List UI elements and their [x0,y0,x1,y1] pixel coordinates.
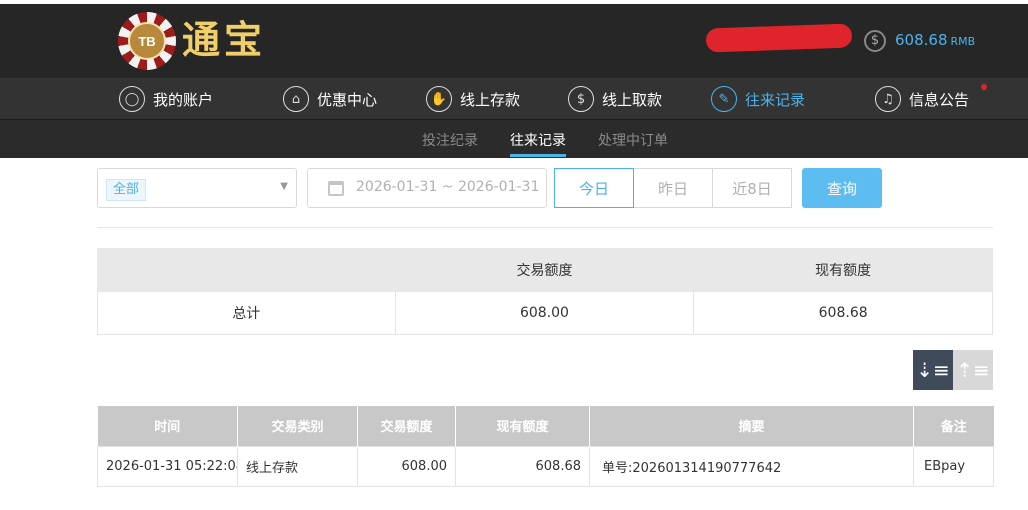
logo-chip-icon: TB [118,12,176,70]
nav-announcements[interactable]: ♫ 信息公告 [875,84,969,114]
yesterday-button[interactable]: 昨日 [633,168,713,208]
sub-nav: 投注纪录 往来记录 处理中订单 [0,120,1028,158]
calendar-icon [328,181,344,196]
type-tag[interactable]: 全部 [106,179,147,201]
summary-header-amount: 交易额度 [394,248,695,292]
balance-currency: RMB [950,35,976,48]
balance-amount: 608.68 [895,31,948,49]
col-header-time[interactable]: 时间 [97,406,238,446]
summary-header-blank [97,248,396,292]
transaction-type-select[interactable]: 全部 ▼ [97,168,297,208]
logo-text: 通宝 [182,17,267,62]
cell-summary: 单号:202601314190777642 [589,445,914,487]
active-tab-underline [510,154,566,157]
last-8-days-button[interactable]: 近8日 [712,168,792,208]
withdraw-icon: $ [568,86,594,112]
nav-online-withdraw[interactable]: $ 线上取款 [568,84,662,114]
cell-type: 线上存款 [237,445,358,487]
quick-date-buttons: 今日 昨日 近8日 [554,168,792,208]
cell-remark: EBpay [913,445,994,487]
nav-label: 我的账户 [153,90,214,109]
summary-total-balance: 608.68 [693,291,993,335]
deposit-icon: ✋ [426,86,452,112]
col-header-remark[interactable]: 备注 [913,406,994,446]
col-header-type[interactable]: 交易类别 [237,406,358,446]
main-nav: ◯ 我的账户 ⌂ 优惠中心 ✋ 线上存款 $ 线上取款 ✎ 往来记录 ♫ 信息公告 [0,78,1028,120]
col-header-balance[interactable]: 现有额度 [455,406,590,446]
table-row[interactable]: 2026-01-31 05:22:08 线上存款 608.00 608.68 单… [97,445,994,487]
chevron-down-icon: ▼ [280,181,288,192]
cell-time: 2026-01-31 05:22:08 [97,445,238,487]
sort-descending-icon[interactable]: ⇣≡ [913,350,953,390]
tab-transaction-records[interactable]: 往来记录 [510,130,566,150]
summary-header-balance: 现有额度 [693,248,993,292]
gift-icon: ⌂ [283,86,309,112]
nav-transaction-records[interactable]: ✎ 往来记录 [711,84,805,114]
nav-label: 信息公告 [909,90,970,109]
query-button[interactable]: 查询 [802,168,882,208]
col-header-amount[interactable]: 交易额度 [357,406,456,446]
date-range-picker[interactable]: 2026-01-31 ~ 2026-01-31 [307,168,547,208]
summary-total-amount: 608.00 [394,291,695,335]
notification-dot [981,84,987,90]
nav-label: 线上取款 [602,90,663,109]
nav-label: 线上存款 [460,90,521,109]
nav-online-deposit[interactable]: ✋ 线上存款 [426,84,520,114]
col-header-summary[interactable]: 摘要 [589,406,914,446]
nav-promotions[interactable]: ⌂ 优惠中心 [283,84,377,114]
nav-my-account[interactable]: ◯ 我的账户 [119,84,213,114]
summary-table: 交易额度 现有额度 总计 608.00 608.68 [97,248,993,335]
nav-label: 优惠中心 [317,90,378,109]
summary-row: 总计 608.00 608.68 [97,291,993,335]
bell-icon: ♫ [875,86,901,112]
date-range-value: 2026-01-31 ~ 2026-01-31 [356,179,540,195]
account-balance: 608.68 RMB [895,31,975,49]
coin-icon: $ [864,30,886,52]
nav-label: 往来记录 [745,90,806,109]
tab-pending-orders[interactable]: 处理中订单 [598,130,668,150]
logo[interactable]: TB 通宝 [118,12,288,70]
sort-ascending-icon[interactable]: ⇡≡ [953,350,993,390]
logo-chip-label: TB [128,22,166,60]
tab-bet-records[interactable]: 投注纪录 [422,130,478,150]
cell-balance: 608.68 [455,445,590,487]
summary-total-label: 总计 [97,291,396,335]
records-table: 时间 交易类别 交易额度 现有额度 摘要 备注 2026-01-31 05:22… [97,406,994,487]
records-icon: ✎ [711,86,737,112]
user-icon: ◯ [119,86,145,112]
summary-header-row: 交易额度 现有额度 [97,248,993,292]
divider [97,227,993,228]
today-button[interactable]: 今日 [554,168,634,208]
username-redacted [705,23,853,53]
records-header-row: 时间 交易类别 交易额度 现有额度 摘要 备注 [97,406,994,446]
cell-amount: 608.00 [357,445,456,487]
